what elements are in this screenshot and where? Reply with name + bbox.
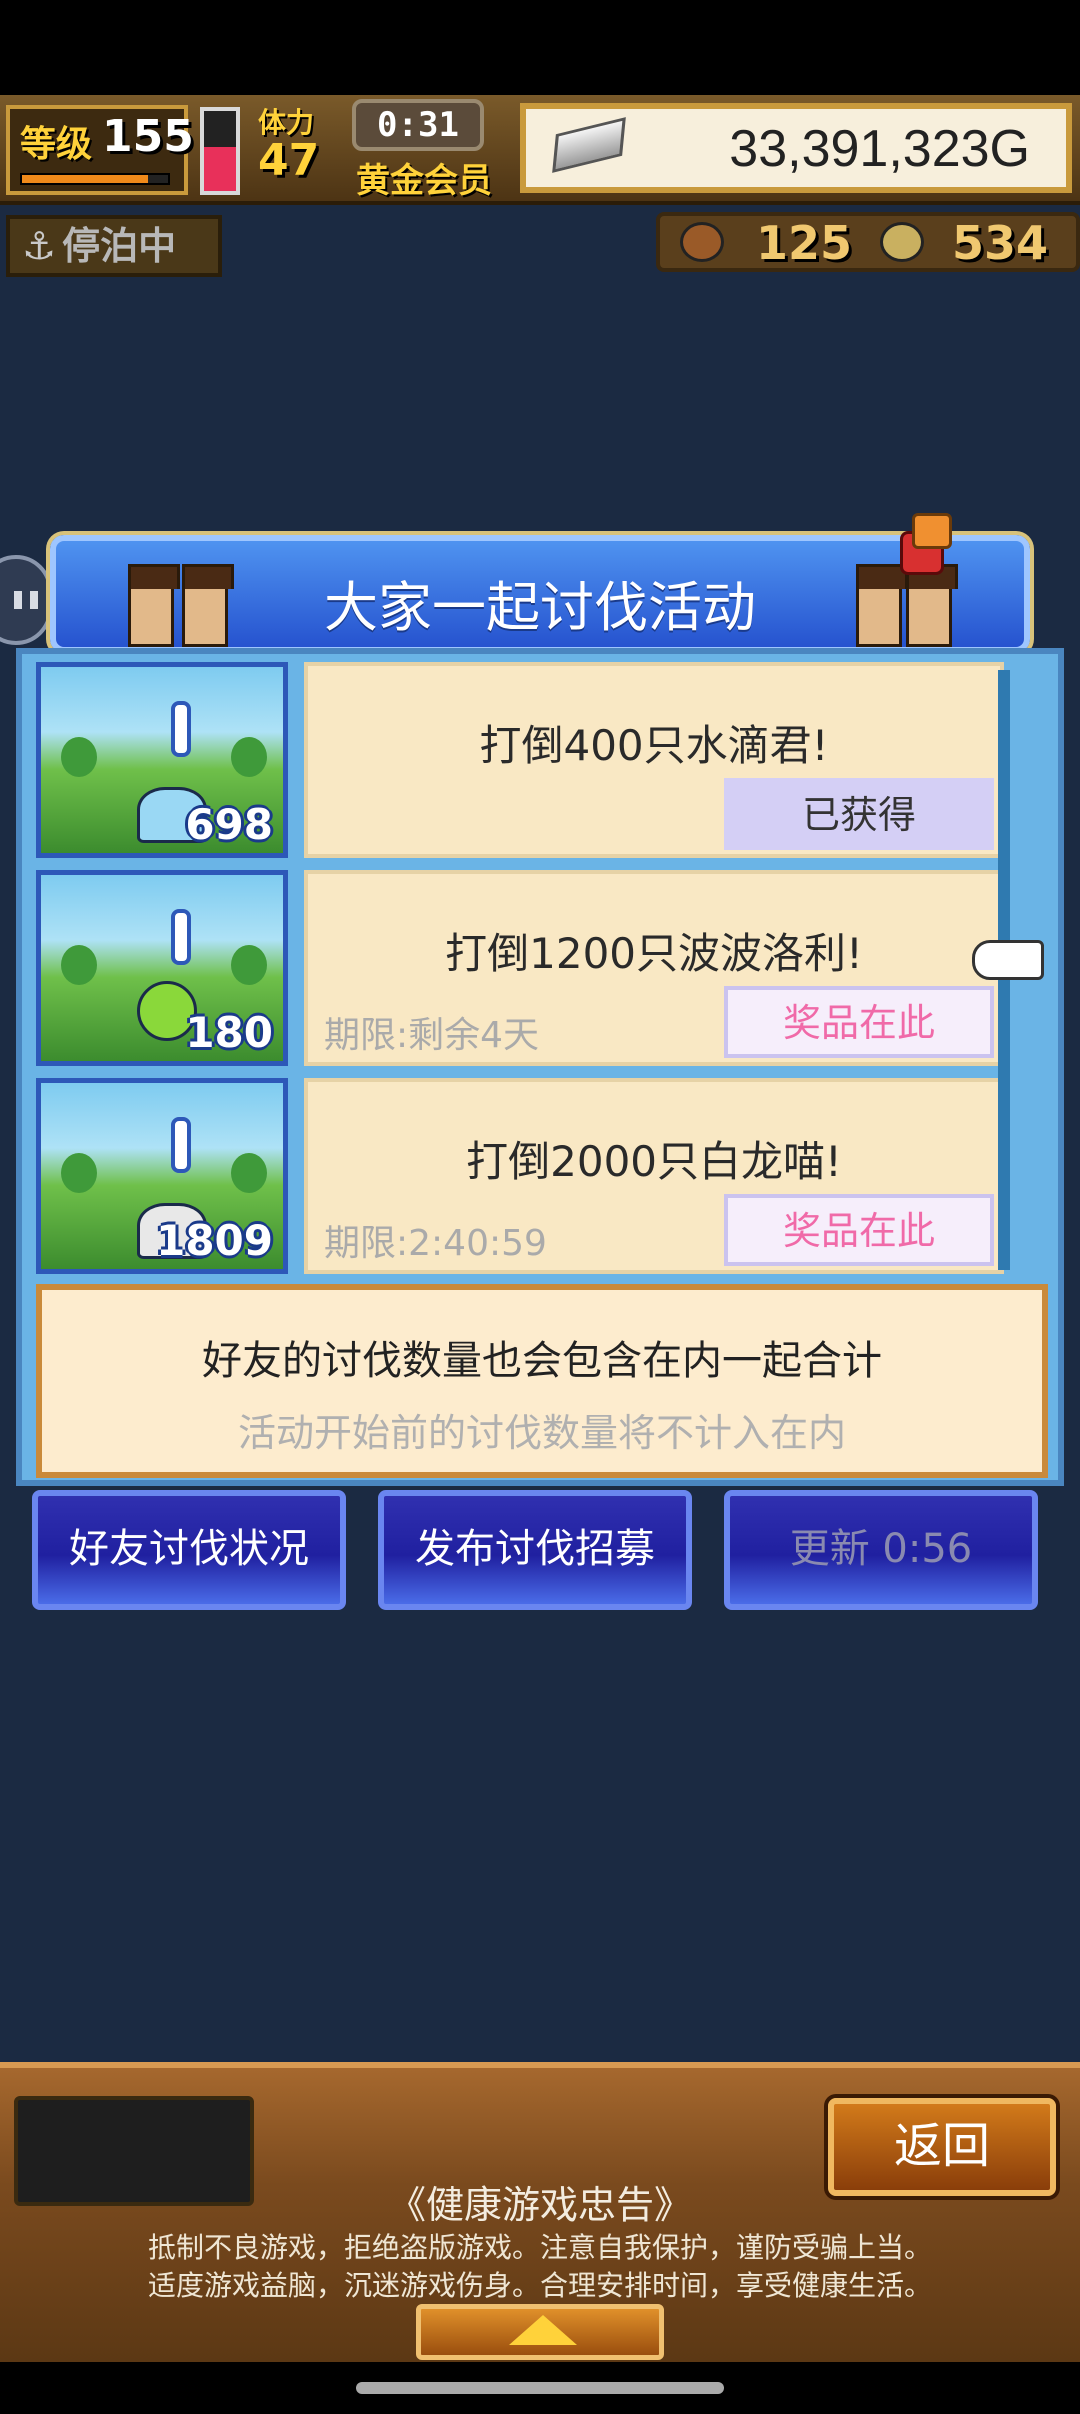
top-hud: 等级 155 体力 47 0:31 黄金会员 33,391,323G bbox=[0, 95, 1080, 205]
stamina-value: 47 bbox=[258, 135, 320, 186]
quest-item: 1809 打倒2000只白龙喵! 期限:2:40:59 奖品在此 bbox=[36, 1078, 1022, 1274]
membership-badge[interactable]: 黄金会员 bbox=[356, 153, 492, 202]
quest-item: 698 打倒400只水滴君! 已获得 bbox=[36, 662, 1022, 858]
level-box: 等级 155 bbox=[6, 105, 194, 195]
kill-count: 1809 bbox=[156, 1216, 273, 1265]
level-label: 等级 bbox=[20, 124, 93, 165]
bottom-bar: 返回 《健康游戏忠告》 抵制不良游戏，拒绝盗版游戏。注意自我保护，谨防受骗上当。… bbox=[0, 2062, 1080, 2362]
stamina-gauge bbox=[200, 107, 240, 195]
side-menu-tab[interactable] bbox=[0, 555, 52, 645]
eye-icon bbox=[30, 591, 38, 609]
refresh-button[interactable]: 更新 0:56 bbox=[724, 1490, 1038, 1610]
kill-count: 180 bbox=[185, 1008, 273, 1057]
exclamation-icon bbox=[171, 701, 191, 757]
quest-card: 打倒1200只波波洛利! 期限:剩余4天 奖品在此 bbox=[304, 870, 1004, 1066]
quest-title: 打倒2000只白龙喵! bbox=[466, 1137, 842, 1186]
exp-bar bbox=[20, 173, 170, 185]
eye-icon bbox=[14, 591, 22, 609]
info-sub-text: 活动开始前的讨伐数量将不计入在内 bbox=[237, 1411, 846, 1455]
quest-deadline: 期限:2:40:59 bbox=[324, 1223, 547, 1264]
exclamation-icon bbox=[171, 909, 191, 965]
quest-card: 打倒400只水滴君! 已获得 bbox=[304, 662, 1004, 858]
gold-value: 33,391,323G bbox=[729, 120, 1030, 178]
prize-button[interactable]: 奖品在此 bbox=[724, 1194, 994, 1266]
health-notice-line: 适度游戏益脑，沉迷游戏伤身。合理安排时间，享受健康生活。 bbox=[147, 2269, 932, 2302]
anchor-icon: ⚓ bbox=[22, 224, 57, 268]
quest-thumbnail: 180 bbox=[36, 870, 288, 1066]
event-banner: 大家一起讨伐活动 bbox=[50, 513, 1030, 653]
navigation-bar bbox=[0, 2362, 1080, 2414]
coin-count: 534 bbox=[952, 216, 1049, 270]
expand-menu-button[interactable] bbox=[416, 2304, 664, 2360]
food-icon bbox=[680, 222, 724, 262]
dock-status-badge[interactable]: ⚓ 停泊中 bbox=[6, 215, 222, 277]
resource-box: 125 534 bbox=[656, 212, 1080, 272]
kill-count: 698 bbox=[185, 800, 273, 849]
quest-title: 打倒400只水滴君! bbox=[479, 721, 829, 770]
reward-claimed-button[interactable]: 已获得 bbox=[724, 778, 994, 850]
quest-thumbnail: 1809 bbox=[36, 1078, 288, 1274]
gold-display: 33,391,323G bbox=[520, 103, 1072, 193]
dock-status-label: 停泊中 bbox=[62, 224, 177, 268]
event-info-card: 好友的讨伐数量也会包含在内一起合计 活动开始前的讨伐数量将不计入在内 bbox=[36, 1284, 1048, 1478]
quest-card: 打倒2000只白龙喵! 期限:2:40:59 奖品在此 bbox=[304, 1078, 1004, 1274]
event-panel: 698 打倒400只水滴君! 已获得 180 打倒1200只波波洛利! 期限:剩… bbox=[16, 648, 1064, 1486]
coin-icon bbox=[880, 222, 924, 262]
health-notice-title: 《健康游戏忠告》 bbox=[387, 2183, 692, 2227]
food-count: 125 bbox=[756, 216, 853, 270]
exclamation-icon bbox=[171, 1117, 191, 1173]
status-bar bbox=[0, 0, 1080, 95]
quest-item: 180 打倒1200只波波洛利! 期限:剩余4天 奖品在此 bbox=[36, 870, 1022, 1066]
silver-ingot-icon bbox=[552, 117, 626, 173]
quest-thumbnail: 698 bbox=[36, 662, 288, 858]
quest-deadline: 期限:剩余4天 bbox=[324, 1015, 540, 1056]
info-main-text: 好友的讨伐数量也会包含在内一起合计 bbox=[202, 1338, 882, 1384]
home-indicator[interactable] bbox=[356, 2382, 724, 2394]
pointing-hand-icon bbox=[972, 940, 1044, 980]
health-notice-line: 抵制不良游戏，拒绝盗版游戏。注意自我保护，谨防受骗上当。 bbox=[147, 2231, 932, 2264]
prize-button[interactable]: 奖品在此 bbox=[724, 986, 994, 1058]
post-recruit-button[interactable]: 发布讨伐招募 bbox=[378, 1490, 692, 1610]
friends-status-button[interactable]: 好友讨伐状况 bbox=[32, 1490, 346, 1610]
level-value: 155 bbox=[102, 111, 194, 162]
stamina-timer: 0:31 bbox=[352, 99, 484, 151]
up-arrow-icon bbox=[509, 2315, 577, 2345]
quest-list[interactable]: 698 打倒400只水滴君! 已获得 180 打倒1200只波波洛利! 期限:剩… bbox=[36, 662, 1022, 1280]
cat-icon bbox=[912, 513, 952, 549]
quest-title: 打倒1200只波波洛利! bbox=[445, 929, 863, 978]
